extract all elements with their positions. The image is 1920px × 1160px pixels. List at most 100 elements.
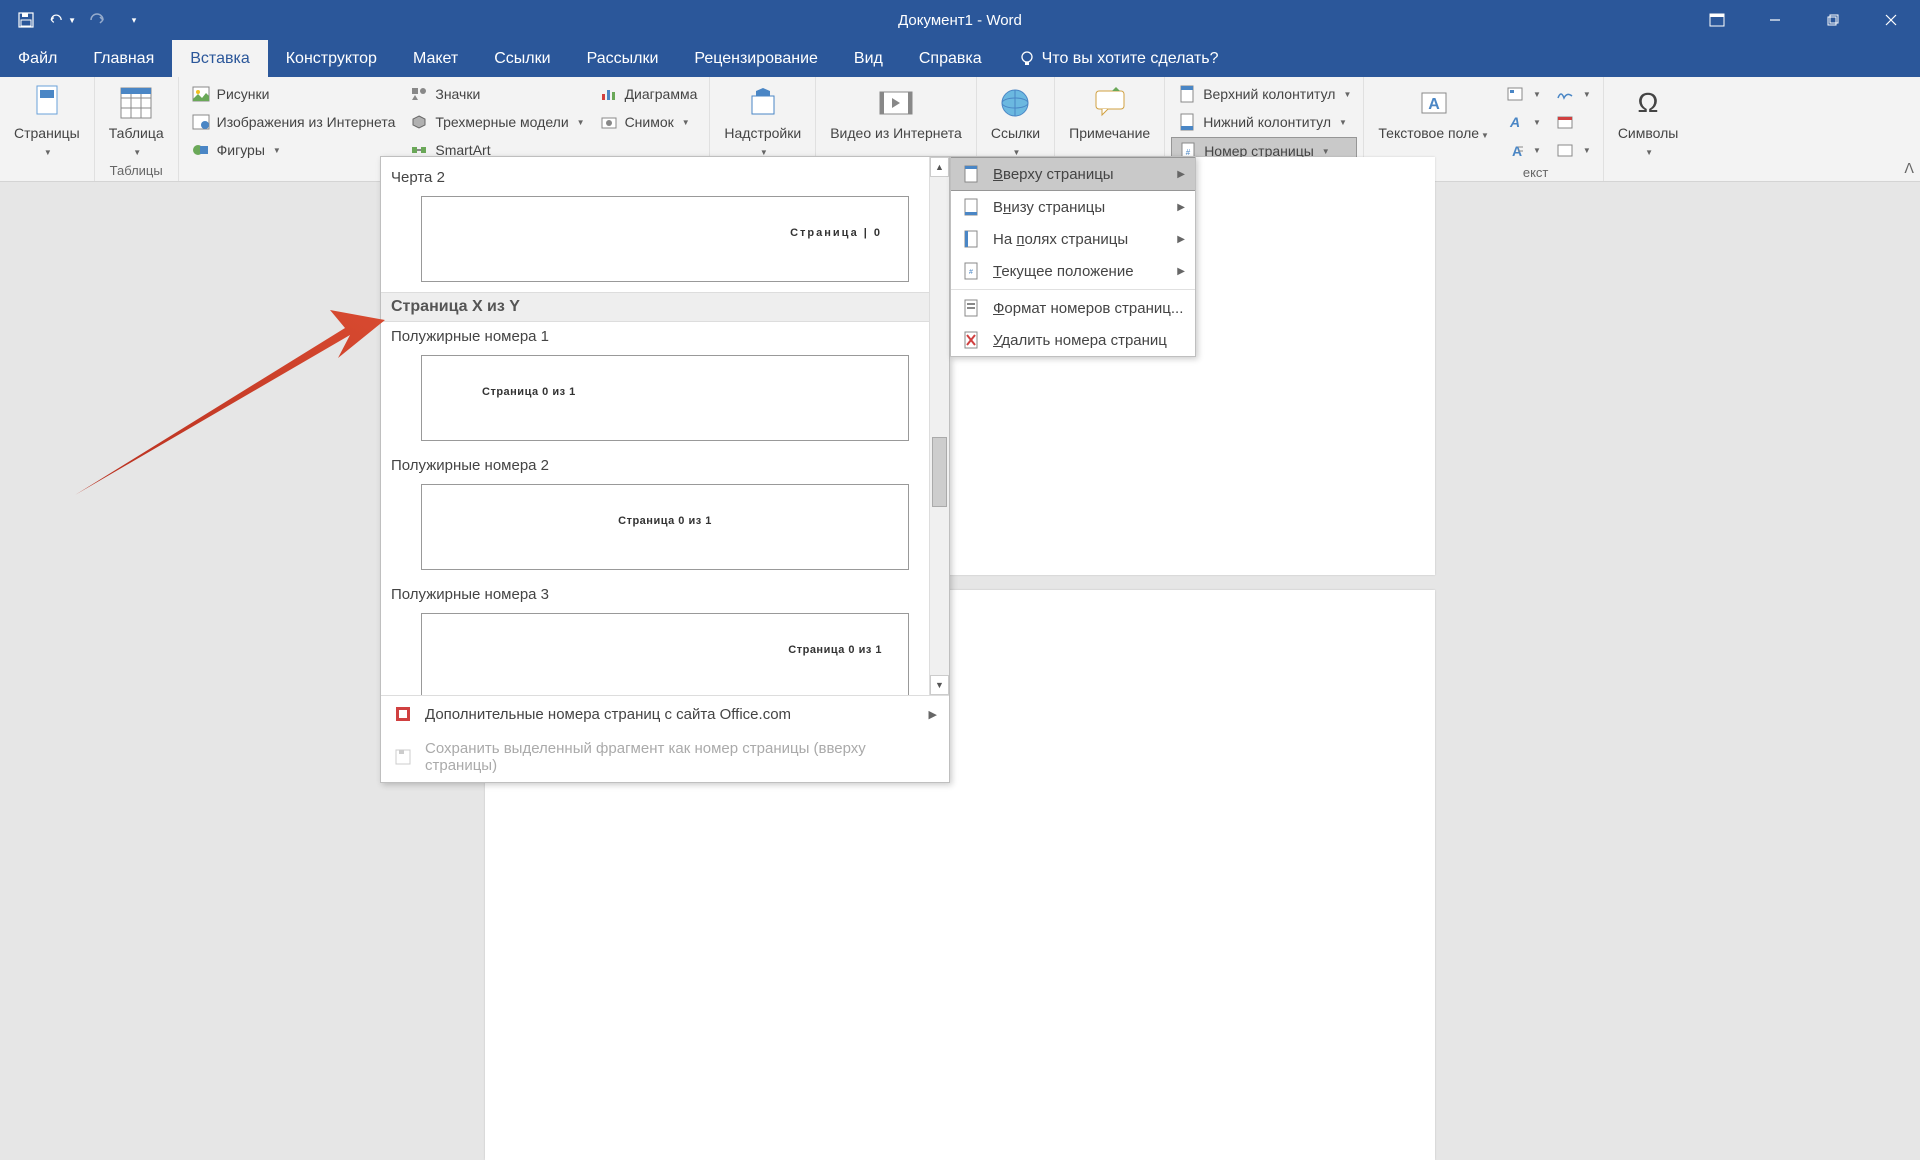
tab-review[interactable]: Рецензирование bbox=[676, 40, 836, 77]
chevron-right-icon: ▶ bbox=[929, 708, 937, 721]
gallery-preview[interactable]: Страница 0 из 1 bbox=[421, 484, 909, 570]
group-label-tables: Таблицы bbox=[101, 161, 172, 180]
gallery-preview[interactable]: Страница | 0 bbox=[421, 196, 909, 282]
addins-button[interactable]: Надстройки▼ bbox=[716, 81, 809, 161]
video-icon bbox=[876, 83, 916, 123]
3d-models-button[interactable]: Трехмерные модели▼ bbox=[403, 109, 590, 135]
tab-home[interactable]: Главная bbox=[75, 40, 172, 77]
collapse-ribbon-icon[interactable]: ᐱ bbox=[1904, 160, 1914, 177]
icons-button[interactable]: Значки bbox=[403, 81, 590, 107]
3d-models-icon bbox=[409, 112, 429, 132]
screenshot-icon bbox=[599, 112, 619, 132]
signature-icon bbox=[1555, 84, 1575, 104]
page-bottom-icon bbox=[961, 197, 981, 217]
pictures-icon bbox=[191, 84, 211, 104]
scroll-up-icon[interactable]: ▲ bbox=[930, 157, 949, 177]
chevron-right-icon: ▶ bbox=[1177, 266, 1185, 277]
page-icon bbox=[27, 83, 67, 123]
remove-numbers-icon bbox=[961, 330, 981, 350]
group-label-text: екст bbox=[1422, 163, 1648, 182]
drop-cap-icon: A bbox=[1505, 140, 1525, 160]
gallery-item-title: Полужирные номера 3 bbox=[391, 580, 939, 607]
comment-icon bbox=[1090, 83, 1130, 123]
tab-references[interactable]: Ссылки bbox=[476, 40, 568, 77]
signature-line-button[interactable]: ▼ bbox=[1549, 81, 1597, 107]
chart-button[interactable]: Диаграмма bbox=[593, 81, 704, 107]
redo-icon bbox=[84, 6, 112, 34]
tab-help[interactable]: Справка bbox=[901, 40, 1000, 77]
shapes-icon bbox=[191, 140, 211, 160]
submenu-page-margins[interactable]: На полях страницы ▶ bbox=[951, 223, 1195, 255]
date-time-icon bbox=[1555, 112, 1575, 132]
submenu-top-of-page[interactable]: Вверху страницы ▶ bbox=[951, 157, 1195, 191]
footer-icon bbox=[1177, 112, 1197, 132]
gallery-scrollbar[interactable]: ▲ ▼ bbox=[929, 157, 949, 695]
drop-cap-button[interactable]: A▼ bbox=[1499, 137, 1547, 163]
maximize-icon[interactable] bbox=[1804, 0, 1862, 40]
svg-text:Ω: Ω bbox=[1638, 87, 1659, 118]
save-icon[interactable] bbox=[12, 6, 40, 34]
page-margins-icon bbox=[961, 229, 981, 249]
online-pictures-button[interactable]: Изображения из Интернета bbox=[185, 109, 402, 135]
submenu-remove-page-numbers[interactable]: Удалить номера страниц bbox=[951, 324, 1195, 356]
gallery-item-title: Полужирные номера 2 bbox=[391, 451, 939, 478]
links-button[interactable]: Ссылки▼ bbox=[983, 81, 1048, 161]
office-icon bbox=[393, 704, 413, 724]
tab-file[interactable]: Файл bbox=[0, 40, 75, 77]
save-selection-icon bbox=[393, 747, 413, 767]
ribbon-tabs: Файл Главная Вставка Конструктор Макет С… bbox=[0, 40, 1920, 77]
scroll-thumb[interactable] bbox=[932, 437, 947, 507]
gallery-preview[interactable]: Страница 0 из 1 bbox=[421, 613, 909, 695]
wordart-button[interactable]: A▼ bbox=[1499, 109, 1547, 135]
tab-design[interactable]: Конструктор bbox=[268, 40, 395, 77]
scroll-down-icon[interactable]: ▼ bbox=[930, 675, 949, 695]
object-icon bbox=[1555, 140, 1575, 160]
save-selection-page-number: Сохранить выделенный фрагмент как номер … bbox=[381, 732, 949, 782]
addins-icon bbox=[743, 83, 783, 123]
minimize-icon[interactable] bbox=[1746, 0, 1804, 40]
page-number-submenu: Вверху страницы ▶ Внизу страницы ▶ На по… bbox=[950, 156, 1196, 357]
lightbulb-icon bbox=[1018, 50, 1036, 68]
chevron-right-icon: ▶ bbox=[1177, 169, 1185, 180]
undo-icon[interactable]: ▼ bbox=[48, 6, 76, 34]
ribbon-display-options-icon[interactable] bbox=[1688, 0, 1746, 40]
header-icon bbox=[1177, 84, 1197, 104]
text-box-button[interactable]: A Текстовое поле▼ bbox=[1370, 81, 1497, 144]
submenu-bottom-of-page[interactable]: Внизу страницы ▶ bbox=[951, 191, 1195, 223]
comment-button[interactable]: Примечание bbox=[1061, 81, 1158, 144]
object-button[interactable]: ▼ bbox=[1549, 137, 1597, 163]
page-number-gallery: Черта 2 Страница | 0 Страница X из Y Пол… bbox=[380, 156, 950, 783]
qat-customize-icon[interactable]: ▾ bbox=[120, 6, 148, 34]
gallery-item-title: Черта 2 bbox=[391, 163, 939, 190]
tell-me[interactable]: Что вы хотите сделать? bbox=[1000, 40, 1237, 77]
tab-view[interactable]: Вид bbox=[836, 40, 901, 77]
close-icon[interactable] bbox=[1862, 0, 1920, 40]
submenu-current-position[interactable]: # Текущее положение ▶ bbox=[951, 255, 1195, 287]
date-time-button[interactable] bbox=[1549, 109, 1597, 135]
quick-parts-button[interactable]: ▼ bbox=[1499, 81, 1547, 107]
screenshot-button[interactable]: Снимок▼ bbox=[593, 109, 704, 135]
table-button[interactable]: Таблица▼ bbox=[101, 81, 172, 161]
link-icon bbox=[995, 83, 1035, 123]
symbols-button[interactable]: Ω Символы▼ bbox=[1610, 81, 1687, 161]
pages-button[interactable]: Страницы▼ bbox=[6, 81, 88, 161]
online-video-button[interactable]: Видео из Интернета bbox=[822, 81, 970, 144]
more-page-numbers-office[interactable]: Дополнительные номера страниц с сайта Of… bbox=[381, 696, 949, 732]
tab-insert[interactable]: Вставка bbox=[172, 40, 267, 77]
svg-text:#: # bbox=[969, 269, 973, 276]
tab-mailings[interactable]: Рассылки bbox=[569, 40, 677, 77]
gallery-preview[interactable]: Страница 0 из 1 bbox=[421, 355, 909, 441]
footer-button[interactable]: Нижний колонтитул▼ bbox=[1171, 109, 1357, 135]
titlebar: ▼ ▾ Документ1 - Word bbox=[0, 0, 1920, 40]
shapes-button[interactable]: Фигуры▼ bbox=[185, 137, 402, 163]
header-button[interactable]: Верхний колонтитул▼ bbox=[1171, 81, 1357, 107]
gallery-section-header: Страница X из Y bbox=[381, 292, 949, 322]
gallery-item-title: Полужирные номера 1 bbox=[391, 322, 939, 349]
text-box-icon: A bbox=[1414, 83, 1454, 123]
format-numbers-icon bbox=[961, 298, 981, 318]
wordart-icon: A bbox=[1505, 112, 1525, 132]
submenu-format-page-numbers[interactable]: Формат номеров страниц... bbox=[951, 292, 1195, 324]
quick-parts-icon bbox=[1505, 84, 1525, 104]
pictures-button[interactable]: Рисунки bbox=[185, 81, 402, 107]
tab-layout[interactable]: Макет bbox=[395, 40, 476, 77]
